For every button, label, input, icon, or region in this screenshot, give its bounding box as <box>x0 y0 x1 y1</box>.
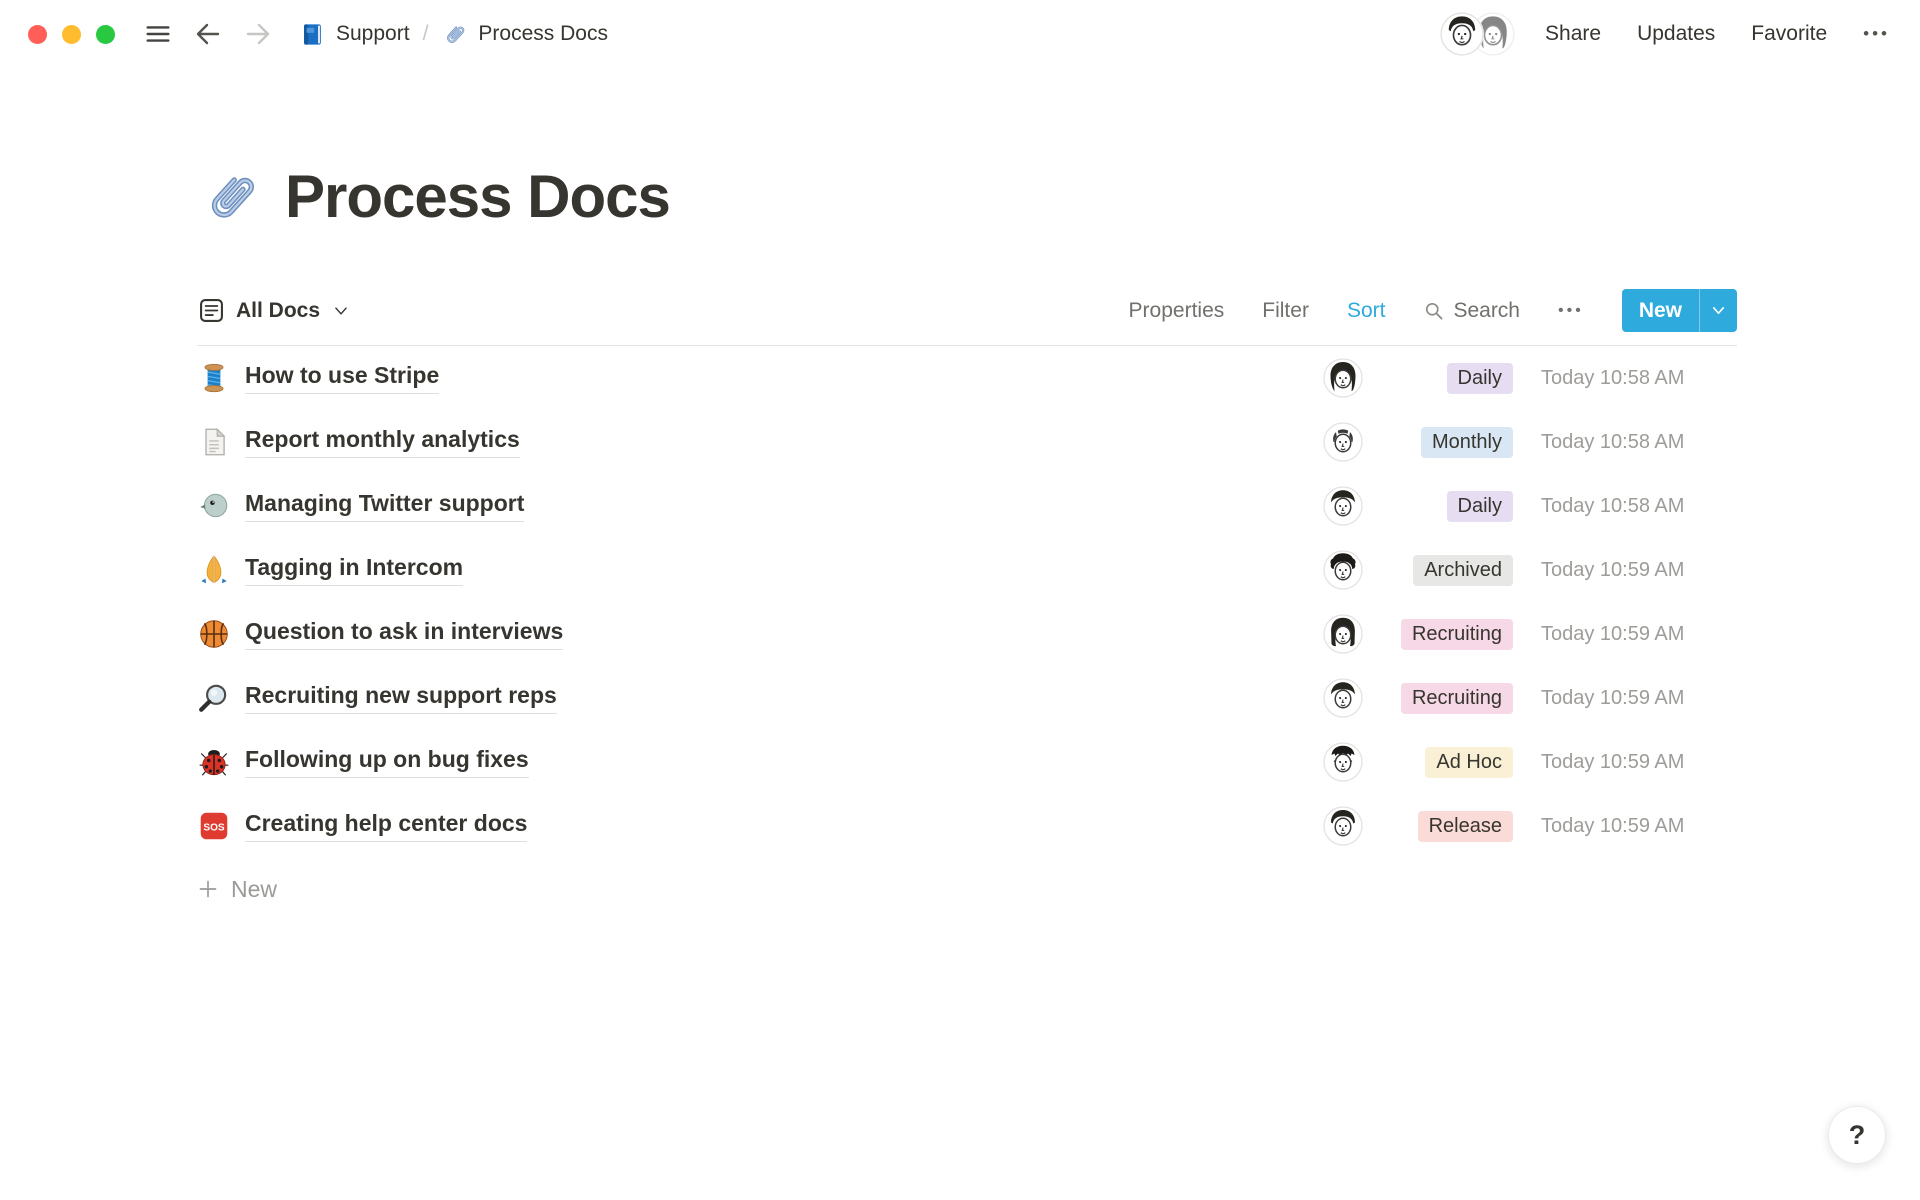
doc-title[interactable]: Tagging in Intercom <box>245 554 463 586</box>
table-row[interactable]: Question to ask in interviews Recruiting… <box>197 602 1737 666</box>
close-window-button[interactable] <box>28 25 47 44</box>
forward-arrow-icon <box>241 18 275 50</box>
sos-icon: SOS <box>197 808 237 844</box>
tag-badge[interactable]: Archived <box>1413 555 1513 586</box>
basketball-icon <box>197 616 237 652</box>
last-edited-time: Today 10:59 AM <box>1513 815 1737 838</box>
doc-title[interactable]: Managing Twitter support <box>245 490 524 522</box>
blue-book-icon <box>299 21 326 48</box>
doc-title[interactable]: Question to ask in interviews <box>245 618 563 650</box>
table-row[interactable]: Managing Twitter support Daily Today 10:… <box>197 474 1737 538</box>
man-curly-avatar <box>1323 550 1363 590</box>
sort-button[interactable]: Sort <box>1347 299 1386 323</box>
view-name: All Docs <box>236 299 320 323</box>
page-content: Process Docs All Docs Properties Filter … <box>197 162 1737 920</box>
toolbar-controls: Properties Filter Sort Search ••• <box>1129 299 1584 323</box>
man-short-avatar <box>1323 678 1363 718</box>
last-edited-time: Today 10:59 AM <box>1513 623 1737 646</box>
help-button[interactable]: ? <box>1828 1106 1886 1164</box>
add-new-row-button[interactable]: New <box>197 858 1737 920</box>
breadcrumb-support[interactable]: Support <box>299 21 410 48</box>
man-dark-avatar[interactable] <box>1440 12 1484 56</box>
breadcrumb-separator: / <box>423 22 429 46</box>
table-row[interactable]: Following up on bug fixes Ad Hoc Today 1… <box>197 730 1737 794</box>
new-button[interactable]: New <box>1622 289 1737 332</box>
table-row[interactable]: Recruiting new support reps Recruiting T… <box>197 666 1737 730</box>
search-button[interactable]: Search <box>1423 299 1520 323</box>
breadcrumb-label: Support <box>336 22 410 46</box>
man-short-avatar <box>1323 486 1363 526</box>
window-titlebar: Support / Process Docs Share Updates Fav… <box>0 0 1920 68</box>
topbar-actions: Share Updates Favorite ••• <box>1545 22 1890 46</box>
last-edited-time: Today 10:58 AM <box>1513 367 1737 390</box>
sidebar-menu-icon[interactable] <box>141 19 175 49</box>
man-dark-avatar <box>1323 806 1363 846</box>
plus-icon <box>197 878 219 900</box>
last-edited-time: Today 10:59 AM <box>1513 687 1737 710</box>
chevron-down-icon <box>1710 302 1727 319</box>
tag-badge[interactable]: Release <box>1418 811 1513 842</box>
properties-button[interactable]: Properties <box>1129 299 1225 323</box>
updates-button[interactable]: Updates <box>1637 22 1715 46</box>
magnifier-icon <box>197 680 237 716</box>
last-edited-time: Today 10:58 AM <box>1513 431 1737 454</box>
doc-title[interactable]: How to use Stripe <box>245 362 439 394</box>
favorite-button[interactable]: Favorite <box>1751 22 1827 46</box>
new-button-dropdown[interactable] <box>1699 289 1737 332</box>
tag-badge[interactable]: Recruiting <box>1401 619 1513 650</box>
active-collaborators <box>1440 12 1515 56</box>
filter-button[interactable]: Filter <box>1262 299 1309 323</box>
ladybug-icon <box>197 744 237 780</box>
thread-icon <box>197 360 237 396</box>
minimize-window-button[interactable] <box>62 25 81 44</box>
man-glasses-avatar <box>1323 742 1363 782</box>
woman-bob-avatar <box>1323 614 1363 654</box>
tag-badge[interactable]: Monthly <box>1421 427 1513 458</box>
folded-hands-icon <box>197 552 237 588</box>
table-view-icon <box>197 296 226 325</box>
paperclip-icon[interactable] <box>197 164 263 230</box>
man-bald-avatar <box>1323 422 1363 462</box>
breadcrumb-label: Process Docs <box>478 22 608 46</box>
zoom-window-button[interactable] <box>96 25 115 44</box>
new-button-label[interactable]: New <box>1622 289 1699 332</box>
add-new-row-label: New <box>231 876 277 903</box>
last-edited-time: Today 10:58 AM <box>1513 495 1737 518</box>
view-switcher[interactable]: All Docs <box>197 296 350 325</box>
doc-title[interactable]: Creating help center docs <box>245 810 527 842</box>
bird-icon <box>197 488 237 524</box>
last-edited-time: Today 10:59 AM <box>1513 559 1737 582</box>
last-edited-time: Today 10:59 AM <box>1513 751 1737 774</box>
breadcrumb-process-docs[interactable]: Process Docs <box>441 21 608 48</box>
tag-badge[interactable]: Daily <box>1447 363 1513 394</box>
chevron-down-icon <box>332 302 350 320</box>
paperclip-icon <box>441 21 468 48</box>
table-row[interactable]: SOS Creating help center docs Release To… <box>197 794 1737 858</box>
back-arrow-icon[interactable] <box>191 18 225 50</box>
doc-title[interactable]: Recruiting new support reps <box>245 682 557 714</box>
table-row[interactable]: How to use Stripe Daily Today 10:58 AM <box>197 346 1737 410</box>
search-icon <box>1423 300 1445 322</box>
search-label: Search <box>1453 299 1520 323</box>
doc-title[interactable]: Following up on bug fixes <box>245 746 529 778</box>
woman-wavy-avatar <box>1323 358 1363 398</box>
doc-title[interactable]: Report monthly analytics <box>245 426 520 458</box>
page-icon <box>197 424 237 460</box>
table-row[interactable]: Tagging in Intercom Archived Today 10:59… <box>197 538 1737 602</box>
docs-table-body: How to use Stripe Daily Today 10:58 AM R… <box>197 346 1737 858</box>
breadcrumb: Support / Process Docs <box>299 21 608 48</box>
traffic-lights <box>28 25 115 44</box>
more-options-icon[interactable]: ••• <box>1863 24 1890 44</box>
database-toolbar: All Docs Properties Filter Sort Search •… <box>197 289 1737 346</box>
toolbar-more-icon[interactable]: ••• <box>1558 302 1584 320</box>
table-row[interactable]: Report monthly analytics Monthly Today 1… <box>197 410 1737 474</box>
tag-badge[interactable]: Daily <box>1447 491 1513 522</box>
share-button[interactable]: Share <box>1545 22 1601 46</box>
page-title[interactable]: Process Docs <box>285 162 670 231</box>
tag-badge[interactable]: Recruiting <box>1401 683 1513 714</box>
svg-text:SOS: SOS <box>203 822 225 833</box>
page-header: Process Docs <box>197 162 1737 231</box>
tag-badge[interactable]: Ad Hoc <box>1425 747 1513 778</box>
